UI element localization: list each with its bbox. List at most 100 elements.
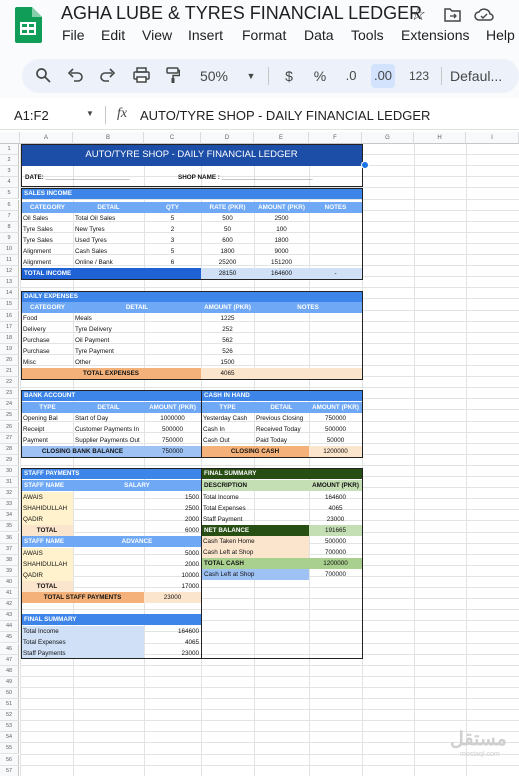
name-box[interactable]: A1:F2	[14, 108, 49, 123]
spreadsheet-grid[interactable]: A B C D E F G H I 1 2 3 4 5 6 7 8 9 10 11 12 13 14 15 1…	[0, 132, 519, 776]
row-header: 16	[0, 310, 19, 322]
frame-divider	[201, 468, 202, 659]
row-header: 38	[0, 554, 19, 566]
row-header: 39	[0, 565, 19, 577]
row-header: 46	[0, 643, 19, 655]
watermark-domain: mostaql.com	[460, 751, 500, 758]
row-header: 57	[0, 765, 19, 776]
menu-help[interactable]: Help	[486, 27, 515, 43]
formula-divider	[105, 106, 106, 124]
row-header: 18	[0, 332, 19, 344]
row-header: 12	[0, 266, 19, 278]
select-all-corner[interactable]	[0, 132, 20, 144]
move-folder-icon[interactable]	[444, 7, 461, 22]
gridline	[20, 686, 519, 688]
row-header: 54	[0, 732, 19, 744]
row-header: 52	[0, 710, 19, 722]
column-header[interactable]: F	[309, 132, 362, 144]
gridline	[20, 664, 519, 666]
column-header[interactable]: C	[144, 132, 201, 144]
menu-extensions[interactable]: Extensions	[401, 27, 469, 43]
menu-file[interactable]: File	[62, 27, 85, 43]
row-header: 5	[0, 188, 19, 200]
gridline	[20, 731, 519, 733]
row-header: 23	[0, 388, 19, 400]
row-header: 11	[0, 255, 19, 267]
gridline	[20, 709, 519, 711]
gridline	[20, 764, 519, 766]
star-icon[interactable]: ☆	[410, 5, 426, 23]
row-header: 3	[0, 166, 19, 178]
row-header: 51	[0, 699, 19, 711]
menu-insert[interactable]: Insert	[188, 27, 223, 43]
menu-format[interactable]: Format	[242, 27, 286, 43]
row-header: 53	[0, 721, 19, 733]
decrease-decimal-button[interactable]: .0	[341, 64, 361, 88]
row-header: 17	[0, 321, 19, 333]
formula-input[interactable]: AUTO/TYRE SHOP - DAILY FINANCIAL LEDGER	[140, 108, 430, 123]
row-header: 4	[0, 177, 19, 189]
row-header: 22	[0, 377, 19, 389]
row-header: 25	[0, 410, 19, 422]
column-header[interactable]: G	[362, 132, 414, 144]
toolbar-divider	[268, 67, 269, 85]
column-header[interactable]: D	[201, 132, 254, 144]
sales-frame	[21, 188, 363, 280]
more-formats-button[interactable]: 123	[406, 64, 432, 88]
row-header: 30	[0, 465, 19, 477]
currency-format-button[interactable]: $	[280, 64, 298, 88]
row-header: 27	[0, 432, 19, 444]
row-header: 31	[0, 477, 19, 489]
cloud-saved-icon[interactable]	[474, 7, 494, 22]
gridline	[20, 753, 519, 755]
percent-format-button[interactable]: %	[311, 64, 329, 88]
row-header: 45	[0, 632, 19, 644]
menu-edit[interactable]: Edit	[101, 27, 125, 43]
menu-view[interactable]: View	[142, 27, 172, 43]
selection-handle[interactable]	[361, 161, 369, 169]
row-header: 13	[0, 277, 19, 289]
print-icon[interactable]	[133, 67, 150, 83]
increase-decimal-button[interactable]: .00	[371, 64, 395, 88]
gridline	[414, 144, 415, 776]
row-header: 56	[0, 754, 19, 766]
row-header: 6	[0, 199, 19, 211]
row-header: 15	[0, 299, 19, 311]
row-header: 7	[0, 210, 19, 222]
gridline	[20, 387, 519, 389]
column-header[interactable]: B	[73, 132, 144, 144]
row-header: 24	[0, 399, 19, 411]
row-header: 40	[0, 576, 19, 588]
column-header[interactable]: I	[466, 132, 519, 144]
search-icon[interactable]	[35, 67, 51, 83]
column-header[interactable]: A	[20, 132, 73, 144]
column-header[interactable]: H	[414, 132, 466, 144]
row-header: 42	[0, 599, 19, 611]
sheets-logo-icon[interactable]	[14, 7, 42, 43]
menu-tools[interactable]: Tools	[351, 27, 384, 43]
row-header: 44	[0, 621, 19, 633]
zoom-select[interactable]: 50%	[194, 64, 234, 88]
row-header: 55	[0, 743, 19, 755]
zoom-dropdown-icon[interactable]: ▼	[245, 64, 257, 88]
paint-format-icon[interactable]	[166, 67, 180, 84]
row-header: 33	[0, 499, 19, 511]
name-box-dropdown-icon[interactable]: ▼	[86, 109, 94, 118]
undo-icon[interactable]	[67, 68, 83, 82]
menu-data[interactable]: Data	[304, 27, 334, 43]
row-header: 9	[0, 232, 19, 244]
gridline	[20, 287, 519, 289]
bank-frame	[21, 390, 202, 458]
row-header: 50	[0, 687, 19, 699]
row-header: 14	[0, 288, 19, 300]
redo-icon[interactable]	[100, 68, 116, 82]
row-header: 47	[0, 654, 19, 666]
fx-icon: fx	[117, 106, 128, 121]
document-title[interactable]: AGHA LUBE & TYRES FINANCIAL LEDGER	[61, 3, 422, 24]
gridline	[20, 464, 519, 466]
font-select[interactable]: Defaul...	[450, 64, 512, 88]
column-header[interactable]: E	[254, 132, 309, 144]
row-header: 41	[0, 588, 19, 600]
gridline	[20, 742, 519, 744]
date-label: DATE: ________________________	[25, 174, 130, 181]
